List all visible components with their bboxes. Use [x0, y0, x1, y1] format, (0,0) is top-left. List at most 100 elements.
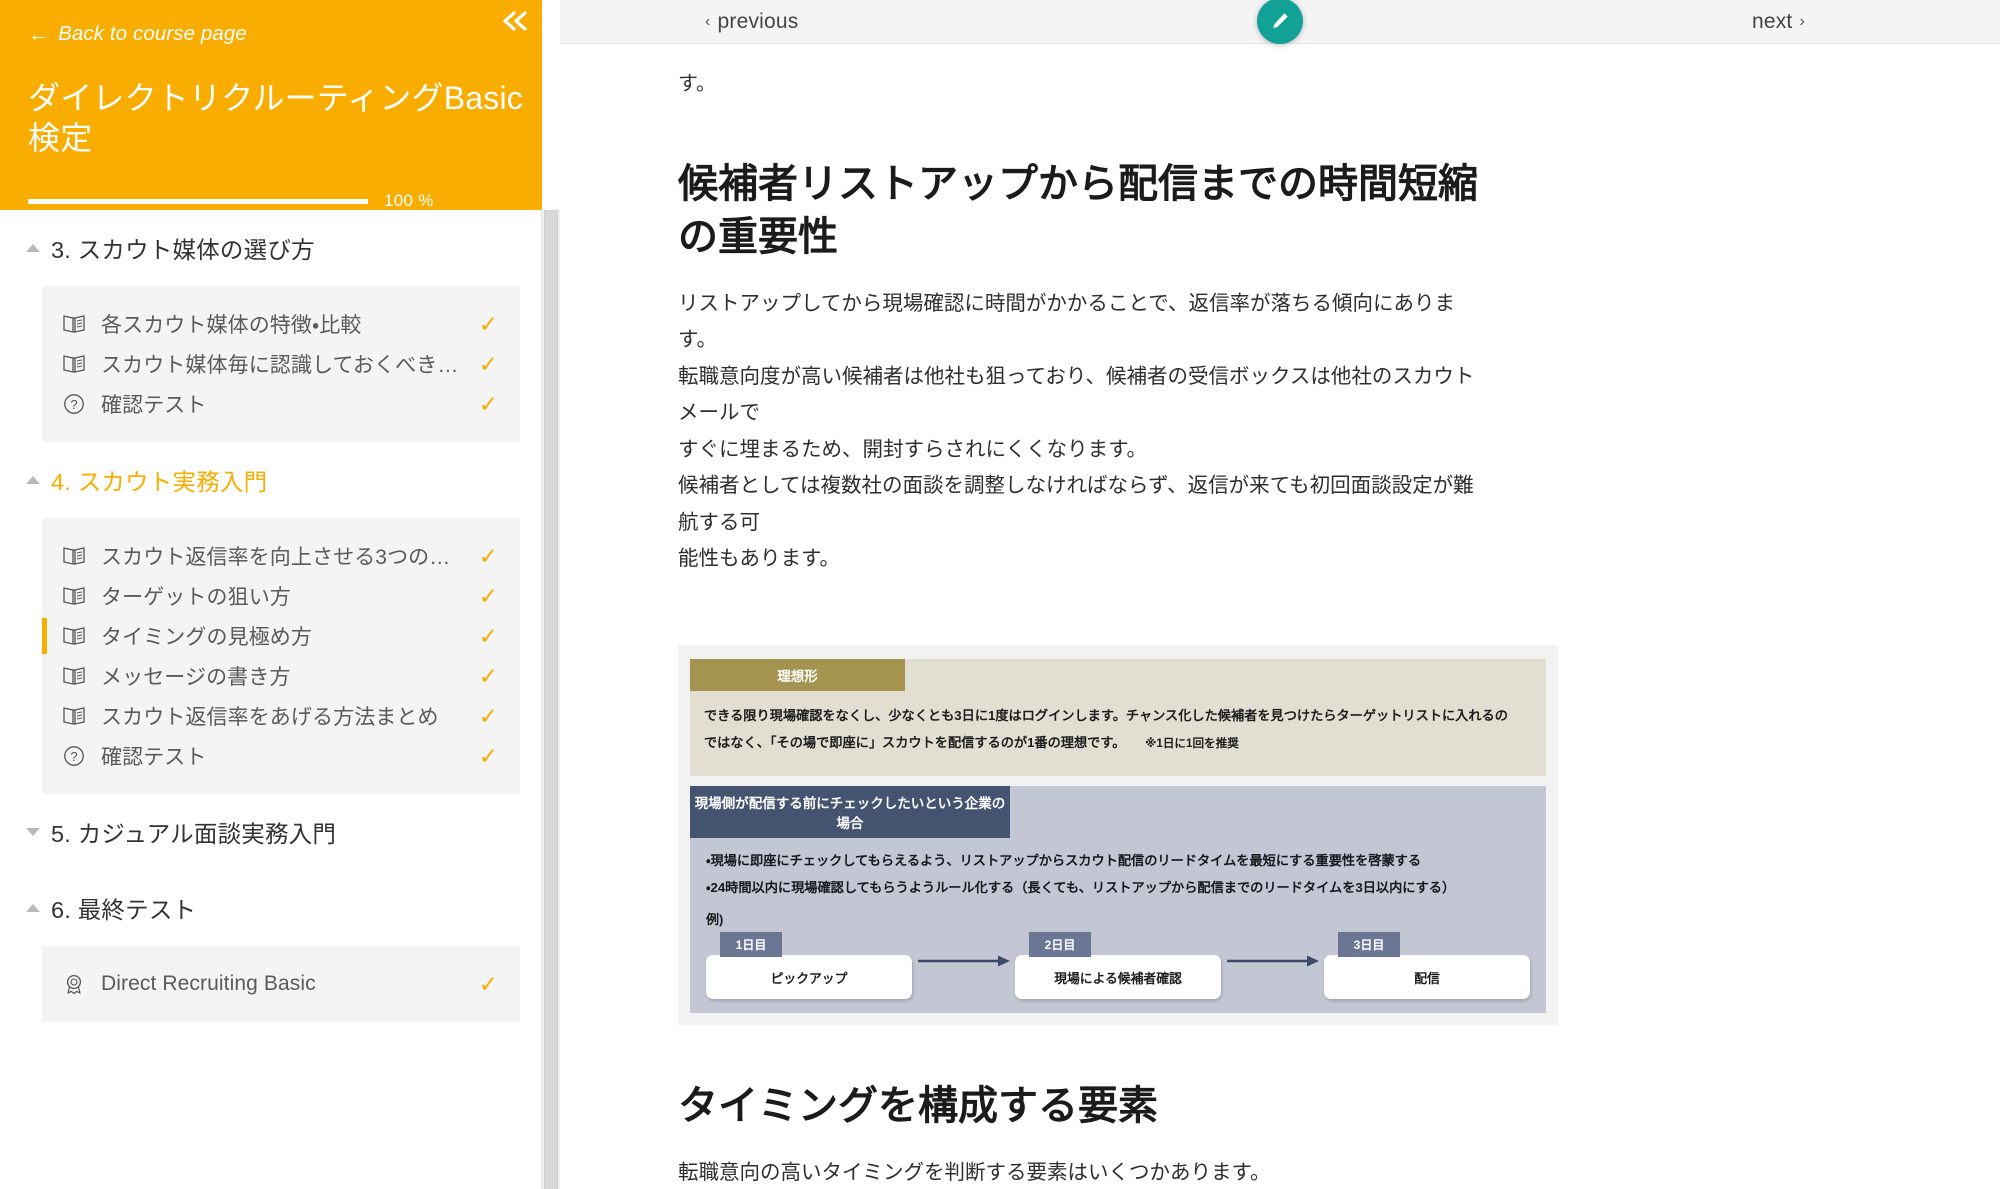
back-to-course-page-link[interactable]: ← Back to course page	[28, 24, 247, 45]
flow-step-day-label: 1日目	[720, 932, 782, 957]
svg-text:?: ?	[70, 397, 77, 412]
lesson-item[interactable]: ? 確認テスト ✓	[42, 736, 520, 776]
course-player: ← Back to course page ダイレクトリクルーティングBasic…	[0, 0, 2000, 1189]
sidebar-scrollbar-thumb[interactable]	[544, 210, 558, 1189]
slide-example-label: 例)	[690, 907, 1546, 928]
continued-text-fragment: す。	[678, 66, 1488, 103]
book-icon	[62, 545, 86, 567]
flow-step-day-label: 3日目	[1338, 932, 1400, 957]
slide-bullet-2: ・24時間以内に現場確認してもらうようルール化する（長くても、リストアップから配…	[706, 875, 1530, 901]
slide-block-ideal-body: できる限り現場確認をなくし、少なくとも3日に1度はログインします。チャンス化した…	[690, 691, 1546, 776]
lesson-completed-check-icon: ✓	[479, 745, 498, 768]
outline-section: 6. 最終テスト Direct Recruiting Basic ✓	[0, 870, 542, 1022]
lesson-completed-check-icon: ✓	[479, 973, 498, 996]
lesson-item[interactable]: ターゲットの狙い方✓	[42, 576, 520, 616]
chevron-down-icon	[26, 828, 40, 836]
flow-step-day-label: 2日目	[1029, 932, 1091, 957]
lesson-label: Direct Recruiting Basic	[101, 972, 469, 996]
flow-step: 3日目配信	[1324, 932, 1530, 999]
slide-bullet-1: ・現場に即座にチェックしてもらえるよう、リストアップからスカウト配信のリードタイ…	[706, 848, 1530, 874]
lesson-label: メッセージの書き方	[101, 661, 469, 691]
outline-section: 5. カジュアル面談実務入門	[0, 794, 542, 870]
outline-section-header[interactable]: 3. スカウト媒体の選び方	[0, 210, 542, 286]
flow-step: 2日目現場による候補者確認	[1015, 932, 1221, 999]
outline-section: 3. スカウト媒体の選び方各スカウト媒体の特徴・比較✓スカウト媒体毎に認識してお…	[0, 210, 542, 442]
question-circle-icon: ?	[62, 392, 86, 416]
flow-step-card: ピックアップ	[706, 955, 912, 999]
slide-ideal-line-1: できる限り現場確認をなくし、少なくとも3日に1度はログインします。チャンス化した…	[704, 703, 1532, 729]
book-icon	[62, 664, 90, 688]
question-circle-icon: ?	[62, 392, 90, 416]
section-heading-2: タイミングを構成する要素	[678, 1080, 1488, 1133]
lesson-completed-check-icon: ✓	[479, 393, 498, 416]
lesson-completed-check-icon: ✓	[479, 585, 498, 608]
flow-arrow-icon	[1221, 954, 1324, 968]
book-icon	[62, 352, 90, 376]
lesson-item[interactable]: タイミングの見極め方✓	[42, 616, 520, 656]
outline-section-title: 5. カジュアル面談実務入門	[51, 815, 336, 849]
paragraph-1-line: 能性もあります。	[678, 541, 1488, 577]
lesson-item[interactable]: 各スカウト媒体の特徴・比較✓	[42, 304, 520, 344]
svg-text:?: ?	[70, 749, 77, 764]
outline-section-header[interactable]: 5. カジュアル面談実務入門	[0, 794, 542, 870]
flow-arrow-icon	[912, 954, 1015, 968]
book-icon	[62, 625, 86, 647]
lesson-item[interactable]: メッセージの書き方 ✓	[42, 656, 520, 696]
medal-icon	[62, 972, 90, 996]
lesson-completed-check-icon: ✓	[479, 705, 498, 728]
paragraph-1-line: すぐに埋まるため、開封すらされにくくなります。	[678, 432, 1488, 468]
paragraph-2-line: 転職意向の高いタイミングを判断する要素はいくつかあります。	[678, 1155, 1488, 1189]
chevron-right-icon: ›	[1799, 13, 1805, 31]
lesson-label: 確認テスト	[101, 389, 469, 419]
next-label: next	[1752, 10, 1793, 34]
paragraph-1-line: 転職意向度が高い候補者は他社も狙っており、候補者の受信ボックスは他社のスカウトメ…	[678, 359, 1488, 432]
chevron-left-icon: ‹	[705, 13, 711, 31]
book-icon	[62, 665, 86, 687]
progress-percent-label: 100 %	[384, 191, 434, 211]
book-icon	[62, 313, 86, 335]
outline-section-title: 3. スカウト媒体の選び方	[51, 231, 315, 265]
chevron-up-icon	[26, 244, 40, 252]
lesson-item[interactable]: スカウト返信率をあげる方法まとめ ✓	[42, 696, 520, 736]
slide-block-company-case: 現場側が配信する前にチェックしたいという企業の場合 ・現場に即座にチェックしても…	[690, 786, 1546, 1013]
flow-step: 1日目ピックアップ	[706, 932, 912, 999]
section-heading-1: 候補者リストアップから配信までの時間短縮の重要性	[678, 158, 1488, 264]
outline-section: 4. スカウト実務入門スカウト返信率を向上させる3つの要素✓ターゲットの狙い方✓…	[0, 442, 542, 794]
book-icon	[62, 585, 86, 607]
edit-lesson-button[interactable]	[1257, 0, 1303, 44]
course-title: ダイレクトリクルーティングBasic検定	[28, 78, 532, 158]
section-paragraph-2: 転職意向の高いタイミングを判断する要素はいくつかあります。ログイン日だけに注目し…	[678, 1155, 1488, 1189]
flow-step-card: 現場による候補者確認	[1015, 955, 1221, 999]
slide-block-company-case-tag: 現場側が配信する前にチェックしたいという企業の場合	[690, 786, 1010, 838]
book-icon	[62, 705, 86, 727]
chevron-up-icon	[26, 476, 40, 484]
paragraph-1-line: リストアップしてから現場確認に時間がかかることで、返信率が落ちる傾向にあります。	[678, 286, 1488, 359]
slide-ideal-note: ※1日に1回を推奨	[1145, 737, 1239, 750]
outline-lesson-group: スカウト返信率を向上させる3つの要素✓ターゲットの狙い方✓タイミングの見極め方✓…	[42, 518, 520, 794]
embedded-slide-image: 理想形 できる限り現場確認をなくし、少なくとも3日に1度はログインします。チャン…	[678, 645, 1558, 1025]
book-icon	[62, 544, 90, 568]
lesson-item[interactable]: スカウト媒体毎に認識しておくべき7つ…✓	[42, 344, 520, 384]
lesson-item[interactable]: ? 確認テスト ✓	[42, 384, 520, 424]
previous-lesson-button[interactable]: ‹ previous	[705, 10, 799, 34]
lesson-completed-check-icon: ✓	[479, 353, 498, 376]
sidebar-scroll-area: ← Back to course page ダイレクトリクルーティングBasic…	[0, 0, 542, 1189]
progress-fill	[28, 199, 368, 204]
lesson-label: 確認テスト	[101, 741, 469, 771]
current-lesson-marker	[42, 618, 47, 654]
lesson-label: スカウト返信率をあげる方法まとめ	[101, 701, 469, 731]
lesson-item[interactable]: スカウト返信率を向上させる3つの要素✓	[42, 536, 520, 576]
collapse-sidebar-button[interactable]	[500, 8, 530, 34]
paragraph-1-line: 候補者としては複数社の面談を調整しなければならず、返信が来ても初回面談設定が難航…	[678, 468, 1488, 541]
course-progress: 100 %	[28, 191, 532, 211]
next-lesson-button[interactable]: next ›	[1752, 10, 1805, 34]
lesson-label: スカウト返信率を向上させる3つの要素	[101, 541, 469, 571]
sidebar-scrollbar[interactable]	[542, 210, 560, 1189]
lesson-body: す。 候補者リストアップから配信までの時間短縮の重要性 リストアップしてから現場…	[560, 66, 2000, 1189]
lesson-item[interactable]: Direct Recruiting Basic ✓	[42, 964, 520, 1004]
lesson-completed-check-icon: ✓	[479, 665, 498, 688]
book-icon	[62, 704, 90, 728]
outline-section-header[interactable]: 4. スカウト実務入門	[0, 442, 542, 518]
outline-section-header[interactable]: 6. 最終テスト	[0, 870, 542, 946]
slide-ideal-line-2: ではなく、「その場で即座に」スカウトを配信するのが1番の理想です。	[704, 735, 1125, 750]
